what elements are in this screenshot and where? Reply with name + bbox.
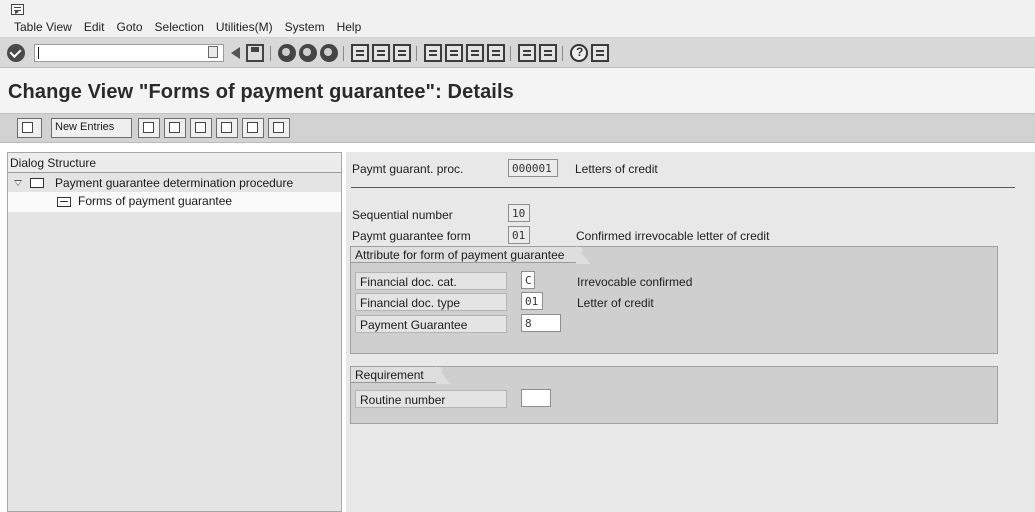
back-icon[interactable] — [231, 47, 240, 59]
undo-change-button[interactable] — [190, 118, 212, 138]
paymt-guarant-proc-desc: Letters of credit — [575, 162, 658, 176]
help-icon[interactable] — [570, 44, 588, 62]
menu-utilities[interactable]: Utilities(M) — [216, 20, 273, 34]
customize-layout-icon[interactable] — [591, 44, 609, 62]
menu-goto[interactable]: Goto — [117, 20, 143, 34]
last-page-icon[interactable] — [487, 44, 505, 62]
cancel-icon[interactable] — [320, 44, 338, 62]
attribute-group-title: Attribute for form of payment guarantee — [351, 246, 591, 264]
new-session-icon[interactable] — [518, 44, 536, 62]
menu-help[interactable]: Help — [337, 20, 362, 34]
delete-button[interactable] — [164, 118, 186, 138]
menu-table-view[interactable]: Table View — [14, 20, 72, 34]
enter-icon[interactable] — [7, 44, 25, 62]
command-field[interactable] — [34, 44, 224, 62]
sequential-number-field: 10 — [508, 204, 530, 222]
next-page-icon[interactable] — [466, 44, 484, 62]
variable-list-button[interactable] — [268, 118, 290, 138]
next-entry-button[interactable] — [242, 118, 264, 138]
paymt-guarantee-form-label: Paymt guarantee form — [352, 229, 471, 243]
print-icon[interactable] — [351, 44, 369, 62]
sequential-number-label: Sequential number — [352, 208, 453, 222]
tree-node-label: Payment guarantee determination procedur… — [55, 176, 294, 190]
find-icon[interactable] — [372, 44, 390, 62]
financial-doc-type-desc: Letter of credit — [577, 296, 654, 310]
display-change-button[interactable] — [17, 118, 42, 138]
tree-node-payment-guarantee-procedure[interactable]: Payment guarantee determination procedur… — [8, 173, 341, 192]
undo-icon — [195, 122, 206, 133]
toolbar-separator — [562, 46, 563, 61]
paymt-guarantee-form-desc: Confirmed irrevocable letter of credit — [576, 229, 770, 243]
application-toolbar: New Entries — [0, 113, 1035, 143]
copy-as-button[interactable] — [138, 118, 160, 138]
back-circle-icon[interactable] — [278, 44, 296, 62]
tree-node-forms-of-payment-guarantee[interactable]: Forms of payment guarantee — [8, 192, 341, 212]
financial-doc-cat-desc: Irrevocable confirmed — [577, 275, 693, 289]
shortcut-icon[interactable] — [539, 44, 557, 62]
requirement-group-title: Requirement — [351, 366, 450, 384]
header-divider — [351, 187, 1015, 188]
financial-doc-type-label: Financial doc. type — [355, 293, 507, 311]
list-icon — [273, 122, 284, 133]
open-folder-icon — [57, 197, 71, 207]
next-entry-icon — [247, 122, 258, 133]
details-panel: Paymt guarant. proc. 000001 Letters of c… — [346, 152, 1035, 512]
save-icon[interactable] — [246, 44, 264, 62]
exit-icon[interactable] — [299, 44, 317, 62]
menu-bar: Table View Edit Goto Selection Utilities… — [0, 0, 1035, 38]
routine-number-input[interactable] — [521, 389, 551, 407]
tree-expand-triangle-icon[interactable] — [14, 180, 22, 186]
window-menu-icon[interactable] — [11, 4, 24, 15]
menu-selection[interactable]: Selection — [155, 20, 204, 34]
attribute-group-box: Attribute for form of payment guarantee … — [350, 246, 998, 354]
toolbar-separator — [510, 46, 511, 61]
toolbar-separator — [270, 46, 271, 61]
pencil-glasses-icon — [22, 122, 33, 133]
paymt-guarantee-form-field: 01 — [508, 226, 530, 244]
first-page-icon[interactable] — [424, 44, 442, 62]
dialog-structure-panel: Dialog Structure Payment guarantee deter… — [7, 152, 342, 512]
menu-items: Table View Edit Goto Selection Utilities… — [14, 20, 361, 34]
routine-number-label: Routine number — [355, 390, 507, 408]
menu-edit[interactable]: Edit — [84, 20, 105, 34]
dialog-structure-header: Dialog Structure — [8, 153, 341, 173]
tree-node-label: Forms of payment guarantee — [78, 194, 233, 208]
toolbar-separator — [343, 46, 344, 61]
financial-doc-cat-label: Financial doc. cat. — [355, 272, 507, 290]
page-title: Change View "Forms of payment guarantee"… — [8, 81, 514, 103]
standard-toolbar — [0, 38, 1035, 68]
command-history-dropdown-icon[interactable] — [208, 46, 218, 58]
requirement-group-box: Requirement Routine number — [350, 366, 998, 424]
financial-doc-cat-input[interactable]: C — [521, 271, 535, 289]
paymt-guarant-proc-field: 000001 — [508, 159, 558, 177]
previous-entry-button[interactable] — [216, 118, 238, 138]
payment-guarantee-label: Payment Guarantee — [355, 315, 507, 333]
prev-page-icon[interactable] — [445, 44, 463, 62]
financial-doc-type-input[interactable]: 01 — [521, 292, 543, 310]
menu-system[interactable]: System — [285, 20, 325, 34]
previous-entry-icon — [221, 122, 232, 133]
paymt-guarant-proc-label: Paymt guarant. proc. — [352, 162, 464, 176]
delete-icon — [169, 122, 180, 133]
title-bar: Change View "Forms of payment guarantee"… — [0, 68, 1035, 113]
new-entries-button[interactable]: New Entries — [51, 118, 132, 138]
payment-guarantee-input[interactable]: 8 — [521, 314, 561, 332]
find-next-icon[interactable] — [393, 44, 411, 62]
copy-icon — [143, 122, 154, 133]
folder-icon — [30, 178, 44, 188]
toolbar-separator — [416, 46, 417, 61]
